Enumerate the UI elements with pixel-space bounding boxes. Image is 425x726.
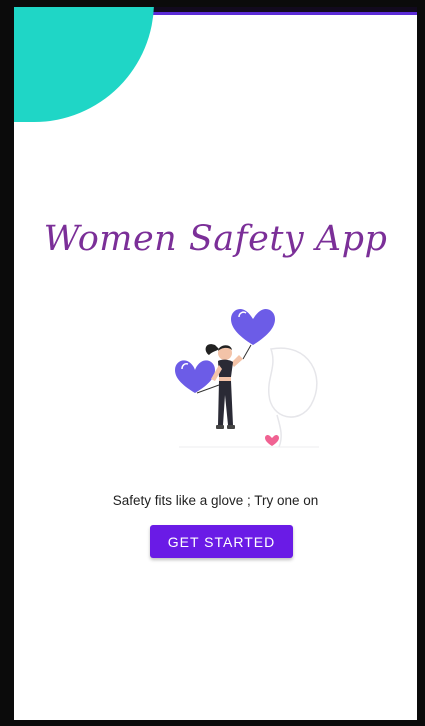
woman-holding-hearts-illustration [175,308,319,448]
phone-screen: Women Safety App Safety fits like a glov… [0,0,425,726]
decorative-corner-shape [14,7,154,122]
app-title: Women Safety App [43,219,388,259]
large-heart-icon [231,308,275,345]
small-heart-icon [265,434,279,446]
tagline: Safety fits like a glove ; Try one on [112,493,319,508]
get-started-button[interactable]: GET STARTED [150,525,293,558]
faint-background-leaf-icon [268,347,318,448]
woman-figure [205,344,243,429]
